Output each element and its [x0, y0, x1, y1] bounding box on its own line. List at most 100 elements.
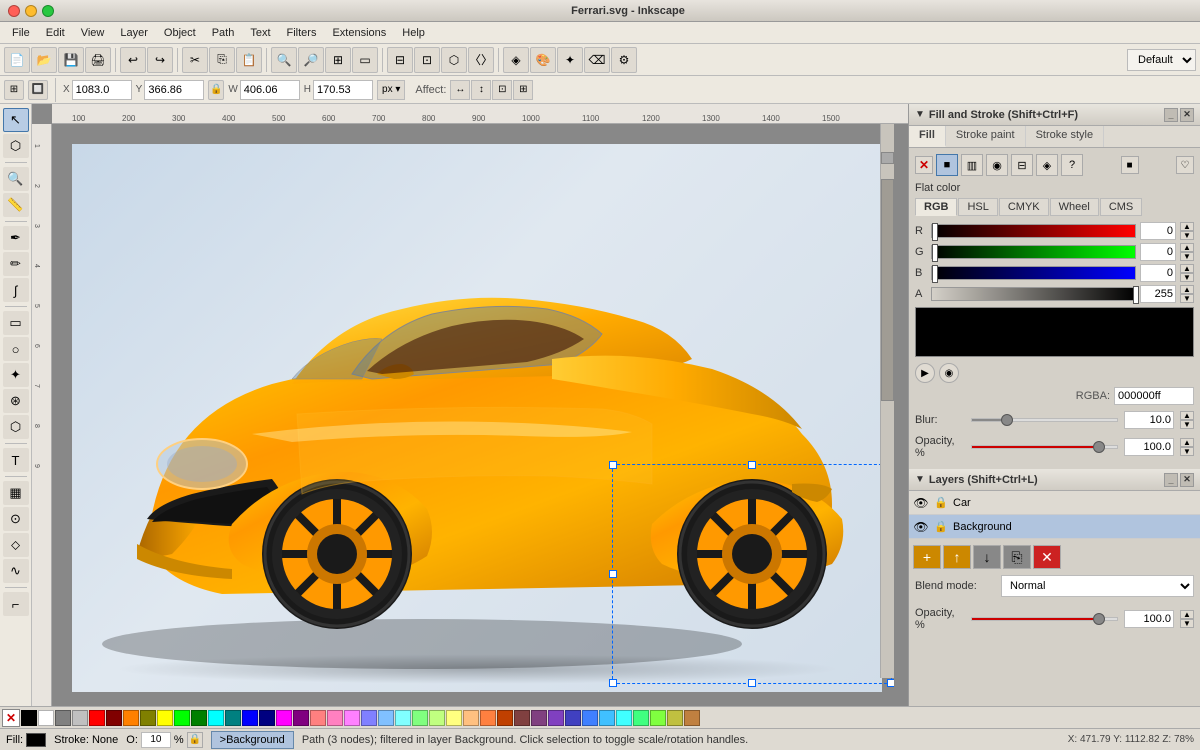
transform-btn[interactable]: ⊡	[414, 47, 440, 73]
layer-lower-btn[interactable]: ↓	[973, 545, 1001, 569]
play-btn[interactable]: ▶	[915, 363, 935, 383]
palette-violet[interactable]	[344, 710, 360, 726]
opacity-down[interactable]: ▼	[1180, 447, 1194, 456]
palette-silver[interactable]	[72, 710, 88, 726]
a-up[interactable]: ▲	[1180, 285, 1194, 294]
panel-minimize-btn[interactable]: _	[1164, 108, 1178, 122]
menu-extensions[interactable]: Extensions	[324, 25, 394, 41]
palette-lime[interactable]	[174, 710, 190, 726]
opacity-percent-input[interactable]	[141, 732, 171, 748]
zoom-in-btn[interactable]: 🔍	[271, 47, 297, 73]
pattern-btn[interactable]: ⊟	[1011, 154, 1033, 176]
canvas-content[interactable]	[52, 124, 894, 692]
r-value[interactable]	[1140, 222, 1176, 240]
connector-tool[interactable]: ⌐	[3, 592, 29, 616]
menu-filters[interactable]: Filters	[279, 25, 325, 41]
paint-extra-btn1[interactable]: ■	[1121, 156, 1139, 174]
no-paint-btn[interactable]: ✕	[915, 156, 933, 174]
g-value[interactable]	[1140, 243, 1176, 261]
close-button[interactable]	[8, 5, 20, 17]
spiral-tool[interactable]: ⊛	[3, 389, 29, 413]
fill-stroke-panel-header[interactable]: ▼ Fill and Stroke (Shift+Ctrl+F) _ ✕	[909, 104, 1200, 126]
3d-tool[interactable]: ⬡	[3, 415, 29, 439]
gradient-tool[interactable]: ▦	[3, 481, 29, 505]
layer-opacity-up[interactable]: ▲	[1180, 610, 1194, 619]
redo-btn[interactable]: ↪	[147, 47, 173, 73]
status-lock-btn[interactable]: 🔒	[187, 732, 203, 748]
pencil-tool[interactable]: ✏	[3, 252, 29, 276]
palette-maroon[interactable]	[106, 710, 122, 726]
blend-select[interactable]: Normal Multiply Screen Overlay	[1001, 575, 1194, 597]
blur-up[interactable]: ▲	[1180, 411, 1194, 420]
layer-opacity-value[interactable]	[1124, 610, 1174, 628]
print-btn[interactable]: 🖨	[85, 47, 111, 73]
palette-lightyellow[interactable]	[446, 710, 462, 726]
unit-dropdown[interactable]: px ▾	[377, 80, 405, 100]
more-btn[interactable]: ⚙	[611, 47, 637, 73]
maximize-button[interactable]	[42, 5, 54, 17]
tab-stroke-paint[interactable]: Stroke paint	[946, 126, 1026, 147]
layer-row-background[interactable]: 👁 🔒 Background	[909, 515, 1200, 539]
xml-btn[interactable]: 〈〉	[468, 47, 494, 73]
text-tool[interactable]: T	[3, 448, 29, 472]
align-btn[interactable]: ⊟	[387, 47, 413, 73]
zoom-out-btn[interactable]: 🔎	[298, 47, 324, 73]
calligraphy-tool[interactable]: ∫	[3, 278, 29, 302]
node-tool[interactable]: ⬡	[3, 134, 29, 158]
layer-opacity-down[interactable]: ▼	[1180, 619, 1194, 628]
palette-cyan[interactable]	[208, 710, 224, 726]
w-input[interactable]	[240, 80, 300, 100]
swatches-btn[interactable]: 🎨	[530, 47, 556, 73]
undo-btn[interactable]: ↩	[120, 47, 146, 73]
flat-color-btn[interactable]: ■	[936, 154, 958, 176]
sel-handle-br[interactable]	[887, 679, 894, 687]
palette-olive[interactable]	[140, 710, 156, 726]
paint-extra-btn2[interactable]: ♡	[1176, 156, 1194, 174]
palette-gray[interactable]	[55, 710, 71, 726]
palette-mauve[interactable]	[531, 710, 547, 726]
palette-lightred[interactable]	[310, 710, 326, 726]
current-layer-btn[interactable]: >Background	[211, 731, 294, 749]
palette-teal[interactable]	[225, 710, 241, 726]
zoom-tool[interactable]: 🔍	[3, 167, 29, 191]
palette-aquamarine[interactable]	[616, 710, 632, 726]
rect-tool[interactable]: ▭	[3, 311, 29, 335]
layers-close-btn[interactable]: ✕	[1180, 473, 1194, 487]
layer-bg-lock[interactable]: 🔒	[933, 519, 949, 535]
b-slider[interactable]	[931, 266, 1136, 280]
blur-down[interactable]: ▼	[1180, 420, 1194, 429]
b-up[interactable]: ▲	[1180, 264, 1194, 273]
tab-wheel[interactable]: Wheel	[1050, 198, 1099, 216]
tab-stroke-style[interactable]: Stroke style	[1026, 126, 1104, 147]
blur-slider[interactable]	[971, 418, 1118, 422]
blur-value[interactable]	[1124, 411, 1174, 429]
copy-btn[interactable]: ⎘	[209, 47, 235, 73]
eraser-btn[interactable]: ⌫	[584, 47, 610, 73]
opacity-value[interactable]	[1124, 438, 1174, 456]
palette-orange[interactable]	[123, 710, 139, 726]
swatch-btn[interactable]: ◈	[1036, 154, 1058, 176]
affect-y-btn[interactable]: ↕	[471, 80, 491, 100]
panel-close-btn[interactable]: ✕	[1180, 108, 1194, 122]
cut-btn[interactable]: ✂	[182, 47, 208, 73]
g-slider[interactable]	[931, 245, 1136, 259]
zoom-fit-btn[interactable]: ⊞	[325, 47, 351, 73]
y-input[interactable]	[144, 80, 204, 100]
palette-deepskyblue[interactable]	[599, 710, 615, 726]
menu-help[interactable]: Help	[394, 25, 433, 41]
palette-peach[interactable]	[480, 710, 496, 726]
palette-darkblue[interactable]	[565, 710, 581, 726]
menu-edit[interactable]: Edit	[38, 25, 73, 41]
rgba-input[interactable]	[1114, 387, 1194, 405]
layer-car-lock[interactable]: 🔒	[933, 495, 949, 511]
pen-tool[interactable]: ✒	[3, 226, 29, 250]
tab-cms[interactable]: CMS	[1100, 198, 1142, 216]
palette-darkorange[interactable]	[684, 710, 700, 726]
tab-hsl[interactable]: HSL	[958, 198, 997, 216]
opacity-up[interactable]: ▲	[1180, 438, 1194, 447]
r-down[interactable]: ▼	[1180, 231, 1194, 240]
lock-aspect-btn[interactable]: 🔒	[208, 80, 224, 100]
g-down[interactable]: ▼	[1180, 252, 1194, 261]
canvas-area[interactable]: 100 200 300 400 500 600 700 800 900 1000…	[32, 104, 908, 706]
palette-mint[interactable]	[633, 710, 649, 726]
